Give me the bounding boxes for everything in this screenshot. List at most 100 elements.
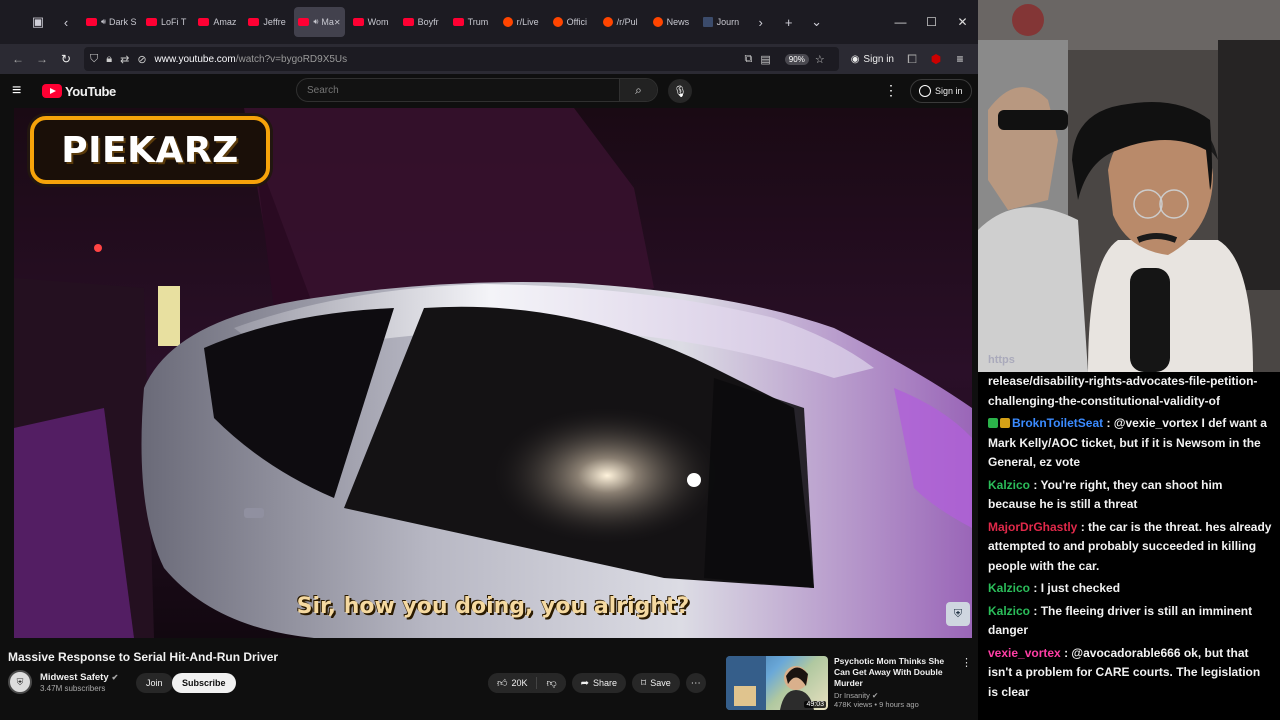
bookmark-icon: ⌑ [641, 677, 647, 689]
back-icon[interactable]: ← [6, 47, 30, 71]
video-player[interactable]: PIEKARZ Sir, how you doing, you alright?… [14, 108, 972, 638]
settings-kebab-icon[interactable]: ⋮ [884, 82, 898, 99]
channel-avatar[interactable]: ⛨ [8, 670, 32, 694]
channel-name-row[interactable]: Midwest Safety ✔ [40, 672, 118, 683]
browser-tab-label: Offici [566, 17, 587, 27]
browser-tab[interactable]: /r/Pul [599, 7, 645, 37]
like-button[interactable]: 👍︎ 20K [488, 673, 537, 693]
browser-account-button[interactable]: ◉ Sign in [851, 54, 894, 65]
subscribe-button[interactable]: Subscribe [172, 673, 236, 693]
new-tab-icon[interactable]: + [775, 8, 803, 36]
extensions-icon[interactable]: ⧠ [900, 47, 924, 71]
browser-tab[interactable]: Offici [549, 7, 595, 37]
picture-in-picture-icon[interactable]: ⧉ [745, 53, 753, 66]
permissions-icon[interactable]: ⇄ [120, 53, 129, 66]
browser-tab[interactable]: Jeffre [244, 7, 290, 37]
browser-tab[interactable]: Wom [349, 7, 395, 37]
channel-info: Midwest Safety ✔ 3.47M subscribers [40, 672, 118, 693]
lock-icon[interactable]: 🔒︎ [106, 53, 112, 66]
zoom-level[interactable]: 90% [784, 53, 809, 65]
verified-icon: ✔ [871, 691, 879, 700]
scroll-tabs-left-icon[interactable]: ‹ [52, 8, 80, 36]
search-input[interactable] [297, 84, 619, 96]
more-actions-icon[interactable]: ⋯ [685, 673, 706, 693]
chat-username[interactable]: BroknToiletSeat [1012, 416, 1103, 430]
browser-tab-label: News [666, 17, 690, 27]
browser-tab-label: r/Live [516, 17, 539, 27]
hamburger-menu-icon[interactable]: ≡ [12, 82, 32, 100]
browser-tab[interactable]: News [649, 7, 695, 37]
browser-tab[interactable]: Trum [449, 7, 495, 37]
browser-tab[interactable]: Amaz [194, 7, 240, 37]
browser-navigation-bar: ← → ↻ ⛉ 🔒︎ ⇄ ⊘ www.youtube.com/watch?v=b… [0, 44, 978, 74]
close-window-icon[interactable]: ✕ [947, 0, 978, 44]
url-bar[interactable]: ⛉ 🔒︎ ⇄ ⊘ www.youtube.com/watch?v=bygoRD9… [84, 47, 839, 71]
reddit-favicon-icon [502, 17, 513, 27]
browser-tab[interactable]: r/Live [499, 7, 545, 37]
reddit-favicon-icon [652, 17, 663, 27]
recommended-channel[interactable]: Dr Insanity ✔ [834, 691, 958, 700]
scroll-tabs-right-icon[interactable]: › [747, 8, 775, 36]
maximize-icon[interactable]: ☐ [916, 0, 947, 44]
recommended-options-icon[interactable]: ⋮ [961, 656, 972, 669]
like-count: 20K [511, 678, 528, 688]
browser-tab-label: Ma [321, 17, 334, 27]
browser-tab-label: /r/Pul [616, 17, 638, 27]
minimize-icon[interactable]: — [885, 0, 916, 44]
tab-overview-icon[interactable]: ▣ [24, 8, 52, 36]
recommended-title[interactable]: Psychotic Mom Thinks She Can Get Away Wi… [834, 656, 958, 689]
save-button[interactable]: ⌑ Save [632, 673, 680, 693]
share-button[interactable]: ➦ Share [571, 673, 627, 693]
autoplay-blocked-icon[interactable]: ⊘ [137, 53, 146, 66]
chat-badge-icon[interactable] [1000, 418, 1010, 428]
browser-tab[interactable]: Journ [699, 7, 745, 37]
chat-text: : I just checked [1033, 581, 1121, 595]
video-frame [14, 108, 972, 638]
recommended-video[interactable]: 49:03 Psychotic Mom Thinks She Can Get A… [726, 656, 976, 716]
chat-message: MajorDrGhastly : the car is the threat. … [988, 518, 1272, 577]
reload-icon[interactable]: ↻ [54, 47, 78, 71]
chat-username[interactable]: MajorDrGhastly [988, 520, 1077, 534]
recommended-thumbnail[interactable]: 49:03 [726, 656, 828, 710]
dislike-button[interactable]: 👎︎ [537, 673, 566, 693]
youtube-favicon-icon [198, 18, 210, 26]
forward-icon[interactable]: → [30, 47, 54, 71]
browser-tab[interactable]: 🔊︎ Ma ✕ [294, 7, 345, 37]
search-icon[interactable]: ⌕ [619, 79, 657, 101]
browser-tab[interactable]: 🔊︎ Dark S [82, 7, 138, 37]
channel-watermark-icon[interactable]: ⛨ [946, 602, 970, 626]
url-prefix: www.youtube.com [154, 53, 236, 65]
close-tab-icon[interactable]: ✕ [334, 18, 341, 27]
bookmark-star-icon[interactable]: ☆ [815, 53, 825, 66]
chat-username[interactable]: vexie_vortex [988, 646, 1061, 660]
chat-username[interactable]: Kalzico [988, 478, 1030, 492]
list-all-tabs-icon[interactable]: ⌄ [803, 8, 831, 36]
youtube-sign-in-button[interactable]: Sign in [910, 79, 972, 103]
channel-name[interactable]: Midwest Safety [40, 672, 109, 683]
app-menu-icon[interactable]: ≡ [948, 47, 972, 71]
youtube-logo[interactable]: YouTube [42, 84, 116, 99]
reader-view-icon[interactable]: ▤ [760, 53, 770, 66]
chat-username[interactable]: Kalzico [988, 581, 1030, 595]
ublock-icon[interactable]: ⬢ [924, 47, 948, 71]
youtube-favicon-icon [146, 18, 157, 26]
browser-tab[interactable]: Boyfr [399, 7, 445, 37]
youtube-favicon-icon [352, 18, 364, 26]
browser-tab[interactable]: LoFi T [142, 7, 190, 37]
tab-audio-icon[interactable]: 🔊︎ [313, 17, 318, 27]
chat-username[interactable]: Kalzico [988, 604, 1030, 618]
video-subtitle: Sir, how you doing, you alright? [296, 594, 690, 619]
tab-audio-icon[interactable]: 🔊︎ [101, 17, 106, 27]
youtube-header: ≡ YouTube ⌕ 🎙︎ ⋮ Sign in [0, 74, 978, 108]
video-title: Massive Response to Serial Hit-And-Run D… [8, 650, 279, 664]
youtube-logo-text: YouTube [65, 83, 116, 99]
shield-icon[interactable]: ⛉ [90, 53, 98, 66]
chat-badge-icon[interactable] [988, 418, 998, 428]
reddit-favicon-icon [552, 17, 563, 27]
microphone-icon[interactable]: 🎙︎ [668, 79, 692, 103]
join-button[interactable]: Join [136, 673, 173, 693]
video-actions: 👍︎ 20K 👎︎ ➦ Share ⌑ Save ⋯ [488, 673, 706, 693]
youtube-play-icon [42, 84, 62, 98]
channel-row: ⛨ Midwest Safety ✔ 3.47M subscribers [8, 670, 118, 694]
browser-tab-label: Jeffre [263, 17, 286, 27]
